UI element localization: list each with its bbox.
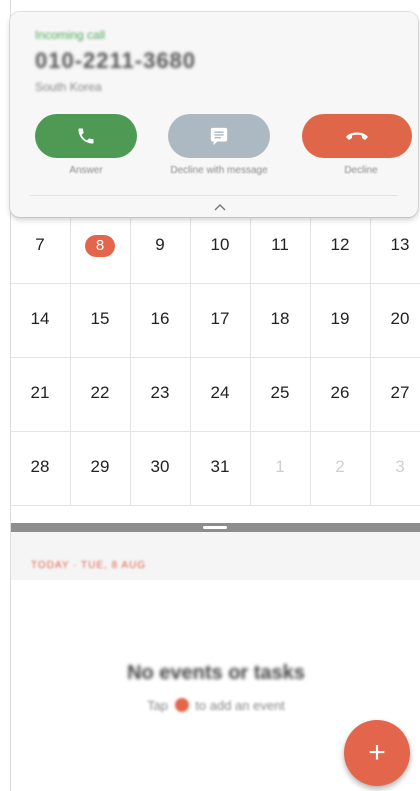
day-number: 2 — [335, 457, 345, 476]
day-number: 22 — [90, 383, 110, 402]
day-cell-next-month[interactable]: 3 — [370, 432, 420, 505]
hint-text-before: Tap — [147, 698, 169, 713]
week-row: 21 22 23 24 25 26 27 — [10, 358, 420, 432]
day-number: 10 — [210, 235, 230, 254]
day-cell[interactable]: 10 — [190, 210, 251, 283]
day-number: 30 — [150, 457, 170, 476]
day-cell[interactable]: 19 — [310, 284, 371, 357]
day-number: 31 — [210, 457, 230, 476]
day-cell[interactable]: 22 — [70, 358, 131, 431]
day-cell[interactable]: 16 — [130, 284, 191, 357]
day-number: 9 — [155, 235, 165, 254]
add-dot-icon — [174, 698, 189, 712]
drag-handle-icon[interactable] — [203, 526, 227, 529]
chevron-up-icon[interactable] — [213, 202, 227, 212]
day-number: 29 — [90, 457, 110, 476]
incoming-call-card[interactable]: Incoming call 010-2211-3680 South Korea … — [10, 12, 418, 217]
day-cell-next-month[interactable]: 1 — [250, 432, 311, 505]
day-number: 7 — [35, 235, 45, 254]
answer-caption: Answer — [69, 165, 103, 176]
day-number: 23 — [150, 383, 170, 402]
day-cell[interactable]: 24 — [190, 358, 251, 431]
day-number: 14 — [30, 309, 50, 328]
day-cell[interactable]: 7 — [10, 210, 71, 283]
day-cell[interactable]: 14 — [10, 284, 71, 357]
empty-state-hint: Tap to add an event — [11, 698, 420, 713]
day-cell[interactable]: 9 — [130, 210, 191, 283]
day-number: 26 — [330, 383, 350, 402]
week-row: 28 29 30 31 1 2 3 — [10, 432, 420, 506]
day-number: 12 — [330, 235, 350, 254]
card-divider — [30, 195, 398, 196]
day-cell-next-month[interactable]: 2 — [310, 432, 371, 505]
month-grid: 7 8 9 10 11 12 13 14 15 16 17 18 19 20 2… — [10, 210, 420, 520]
day-cell[interactable]: 25 — [250, 358, 311, 431]
day-number: 11 — [271, 235, 289, 254]
day-cell[interactable]: 30 — [130, 432, 191, 505]
day-number: 25 — [270, 383, 290, 402]
week-row: 14 15 16 17 18 19 20 — [10, 284, 420, 358]
plus-icon: + — [368, 736, 386, 769]
week-row: 7 8 9 10 11 12 13 — [10, 210, 420, 284]
day-number: 20 — [390, 309, 410, 328]
phone-icon — [78, 128, 94, 144]
day-cell[interactable]: 12 — [310, 210, 371, 283]
day-cell[interactable]: 28 — [10, 432, 71, 505]
decline-with-message-caption: Decline with message — [170, 165, 268, 176]
selected-date-label: TODAY · TUE, 8 AUG — [31, 560, 147, 571]
add-event-button[interactable]: + — [344, 720, 410, 786]
day-number: 24 — [210, 383, 230, 402]
day-cell-today[interactable]: 8 — [70, 210, 131, 283]
day-number: 15 — [90, 309, 110, 328]
day-number: 13 — [390, 235, 410, 254]
caller-location: South Korea — [35, 80, 102, 94]
day-number: 1 — [275, 457, 285, 476]
day-number: 19 — [330, 309, 350, 328]
decline-with-message-button[interactable] — [168, 114, 270, 158]
day-cell[interactable]: 11 — [250, 210, 311, 283]
day-number: 3 — [395, 457, 405, 476]
today-badge: 8 — [85, 235, 115, 257]
day-number: 27 — [390, 383, 410, 402]
day-cell[interactable]: 26 — [310, 358, 371, 431]
day-cell[interactable]: 31 — [190, 432, 251, 505]
day-number: 21 — [30, 383, 50, 402]
day-cell[interactable]: 15 — [70, 284, 131, 357]
hint-text-after: to add an event — [195, 698, 285, 713]
day-cell[interactable]: 20 — [370, 284, 420, 357]
day-cell[interactable]: 13 — [370, 210, 420, 283]
day-cell[interactable]: 27 — [370, 358, 420, 431]
day-number: 28 — [30, 457, 50, 476]
day-cell[interactable]: 23 — [130, 358, 191, 431]
day-number: 16 — [150, 309, 170, 328]
day-number: 17 — [210, 309, 230, 328]
hang-up-icon — [346, 132, 368, 140]
day-cell[interactable]: 17 — [190, 284, 251, 357]
incoming-call-label: Incoming call — [35, 28, 106, 42]
decline-button[interactable] — [302, 114, 412, 158]
answer-button[interactable] — [35, 114, 137, 158]
caller-number: 010-2211-3680 — [35, 48, 197, 73]
date-header: TODAY · TUE, 8 AUG — [11, 532, 420, 580]
day-cell[interactable]: 21 — [10, 358, 71, 431]
day-cell[interactable]: 29 — [70, 432, 131, 505]
decline-caption: Decline — [344, 165, 378, 176]
message-icon — [210, 127, 228, 146]
day-cell[interactable]: 18 — [250, 284, 311, 357]
day-number: 18 — [270, 309, 290, 328]
empty-state-title: No events or tasks — [127, 662, 305, 684]
